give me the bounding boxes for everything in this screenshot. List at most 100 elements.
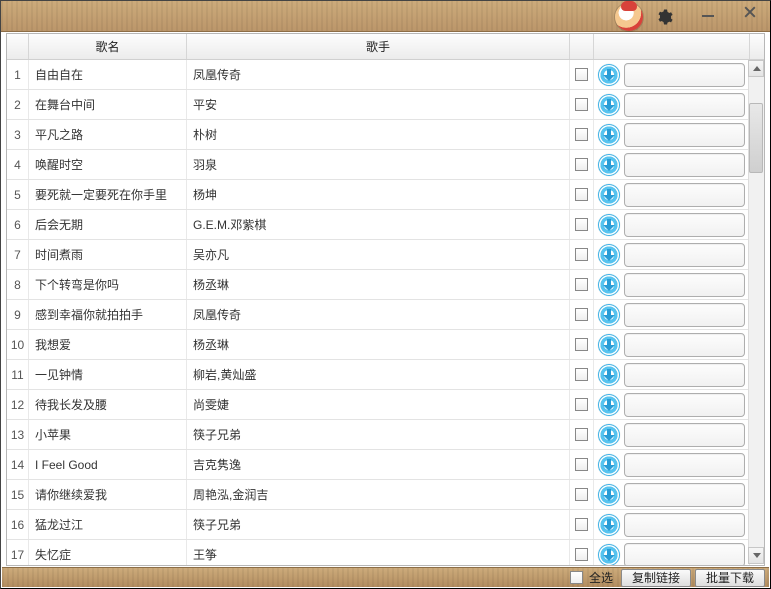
row-checkbox[interactable] — [575, 248, 588, 261]
table-row[interactable]: 15请你继续爱我周艳泓,金润吉 — [7, 480, 764, 510]
row-checkbox[interactable] — [575, 98, 588, 111]
copy-links-button[interactable]: 复制链接 — [621, 569, 691, 587]
download-field[interactable] — [624, 123, 745, 147]
download-icon[interactable] — [598, 274, 620, 296]
table-row[interactable]: 16猛龙过江筷子兄弟 — [7, 510, 764, 540]
download-icon[interactable] — [598, 454, 620, 476]
row-checkbox[interactable] — [575, 158, 588, 171]
download-field[interactable] — [624, 423, 745, 447]
select-all-checkbox[interactable] — [570, 571, 583, 584]
download-field[interactable] — [624, 93, 745, 117]
download-icon[interactable] — [598, 154, 620, 176]
song-name: 时间煮雨 — [29, 240, 187, 269]
scroll-up-button[interactable] — [748, 60, 764, 77]
download-icon[interactable] — [598, 514, 620, 536]
download-field[interactable] — [624, 183, 745, 207]
download-field[interactable] — [624, 333, 745, 357]
header-select[interactable] — [570, 34, 594, 59]
download-field[interactable] — [624, 543, 745, 566]
artist-name: 筷子兄弟 — [187, 510, 570, 539]
row-download-cell — [594, 360, 750, 389]
row-checkbox[interactable] — [575, 188, 588, 201]
download-icon[interactable] — [598, 244, 620, 266]
row-select-cell — [570, 60, 594, 89]
table-row[interactable]: 14I Feel Good吉克隽逸 — [7, 450, 764, 480]
download-icon[interactable] — [598, 424, 620, 446]
row-checkbox[interactable] — [575, 488, 588, 501]
table-row[interactable]: 6后会无期G.E.M.邓紫棋 — [7, 210, 764, 240]
table-row[interactable]: 5要死就一定要死在你手里杨坤 — [7, 180, 764, 210]
row-checkbox[interactable] — [575, 368, 588, 381]
header-index[interactable] — [7, 34, 29, 59]
row-checkbox[interactable] — [575, 428, 588, 441]
table-row[interactable]: 12待我长发及腰尚雯婕 — [7, 390, 764, 420]
row-download-cell — [594, 240, 750, 269]
row-index: 8 — [7, 270, 29, 299]
row-download-cell — [594, 450, 750, 479]
songs-panel: 歌名 歌手 1自由自在凤凰传奇2在舞台中间平安3平凡之路朴树4唤醒时空羽泉5要死… — [6, 33, 765, 566]
row-checkbox[interactable] — [575, 458, 588, 471]
download-icon[interactable] — [598, 124, 620, 146]
header-download[interactable] — [594, 34, 750, 59]
header-artist[interactable]: 歌手 — [187, 34, 570, 59]
row-download-cell — [594, 540, 750, 565]
artist-name: 平安 — [187, 90, 570, 119]
row-checkbox[interactable] — [575, 128, 588, 141]
row-filler — [750, 510, 764, 539]
row-checkbox[interactable] — [575, 308, 588, 321]
download-field[interactable] — [624, 273, 745, 297]
download-field[interactable] — [624, 393, 745, 417]
download-icon[interactable] — [598, 214, 620, 236]
table-row[interactable]: 2在舞台中间平安 — [7, 90, 764, 120]
download-field[interactable] — [624, 363, 745, 387]
row-checkbox[interactable] — [575, 518, 588, 531]
header-song[interactable]: 歌名 — [29, 34, 187, 59]
row-checkbox[interactable] — [575, 218, 588, 231]
download-icon[interactable] — [598, 334, 620, 356]
artist-name: G.E.M.邓紫棋 — [187, 210, 570, 239]
table-row[interactable]: 17失忆症王筝 — [7, 540, 764, 565]
scroll-down-button[interactable] — [748, 547, 764, 564]
download-field[interactable] — [624, 453, 745, 477]
download-icon[interactable] — [598, 94, 620, 116]
row-checkbox[interactable] — [575, 398, 588, 411]
table-row[interactable]: 3平凡之路朴树 — [7, 120, 764, 150]
scroll-thumb[interactable] — [749, 103, 763, 173]
row-checkbox[interactable] — [575, 278, 588, 291]
close-button[interactable] — [729, 1, 771, 23]
table-row[interactable]: 7时间煮雨吴亦凡 — [7, 240, 764, 270]
download-field[interactable] — [624, 63, 745, 87]
table-row[interactable]: 1自由自在凤凰传奇 — [7, 60, 764, 90]
row-filler — [750, 240, 764, 269]
download-field[interactable] — [624, 483, 745, 507]
avatar[interactable] — [615, 3, 643, 31]
artist-name: 杨坤 — [187, 180, 570, 209]
download-field[interactable] — [624, 153, 745, 177]
row-filler — [750, 390, 764, 419]
table-row[interactable]: 13小苹果筷子兄弟 — [7, 420, 764, 450]
download-icon[interactable] — [598, 184, 620, 206]
settings-button[interactable] — [652, 5, 676, 29]
download-icon[interactable] — [598, 544, 620, 566]
download-field[interactable] — [624, 243, 745, 267]
download-field[interactable] — [624, 513, 745, 537]
download-field[interactable] — [624, 213, 745, 237]
download-icon[interactable] — [598, 394, 620, 416]
table-row[interactable]: 9感到幸福你就拍拍手凤凰传奇 — [7, 300, 764, 330]
download-icon[interactable] — [598, 484, 620, 506]
row-filler — [750, 270, 764, 299]
row-select-cell — [570, 150, 594, 179]
download-icon[interactable] — [598, 364, 620, 386]
table-row[interactable]: 11一见钟情柳岩,黄灿盛 — [7, 360, 764, 390]
row-checkbox[interactable] — [575, 548, 588, 561]
table-row[interactable]: 4唤醒时空羽泉 — [7, 150, 764, 180]
row-checkbox[interactable] — [575, 338, 588, 351]
minimize-button[interactable] — [687, 1, 729, 23]
table-row[interactable]: 10我想爱杨丞琳 — [7, 330, 764, 360]
download-icon[interactable] — [598, 304, 620, 326]
row-checkbox[interactable] — [575, 68, 588, 81]
batch-download-button[interactable]: 批量下载 — [695, 569, 765, 587]
table-row[interactable]: 8下个转弯是你吗杨丞琳 — [7, 270, 764, 300]
download-icon[interactable] — [598, 64, 620, 86]
download-field[interactable] — [624, 303, 745, 327]
